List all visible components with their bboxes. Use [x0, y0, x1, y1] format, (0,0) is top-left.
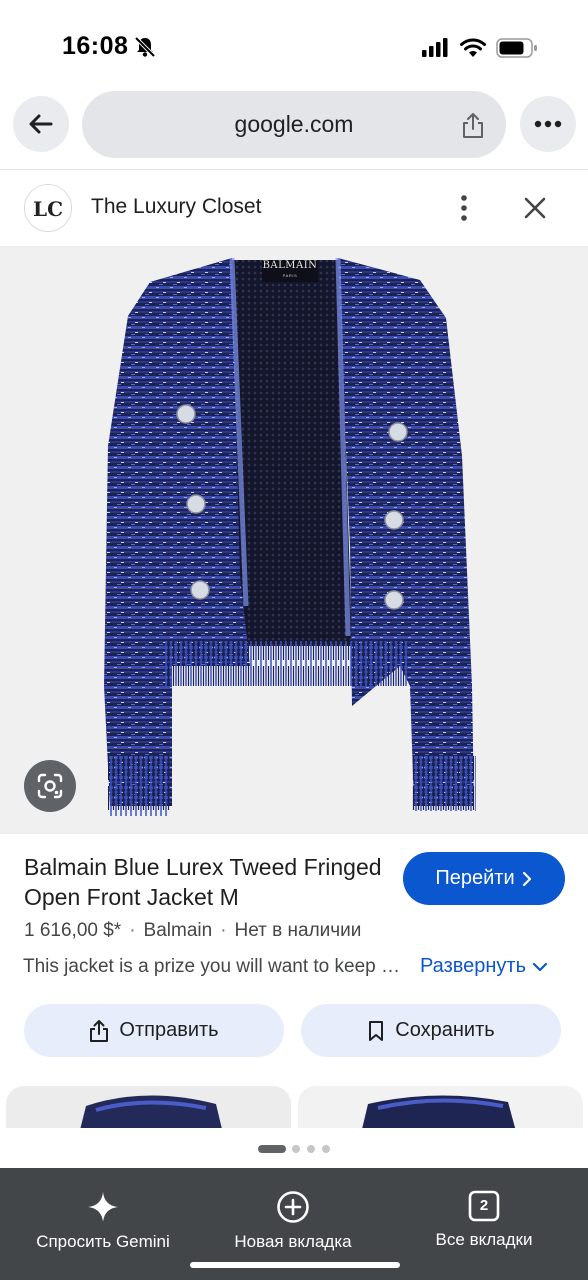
share-label: Отправить [119, 1019, 219, 1041]
description-snippet: This jacket is a prize you will want to … [23, 956, 408, 977]
menu-button[interactable] [520, 96, 576, 152]
url-bar[interactable]: google.com [82, 91, 506, 158]
wifi-icon [460, 38, 486, 57]
expand-button[interactable]: Развернуть [420, 955, 548, 978]
home-indicator [190, 1262, 400, 1268]
save-label: Сохранить [395, 1019, 495, 1041]
url-text: google.com [234, 111, 354, 137]
more-horizontal-icon [534, 120, 562, 128]
plus-circle-icon [277, 1191, 309, 1223]
google-lens-button[interactable] [24, 760, 76, 812]
availability: Нет в наличии [234, 920, 362, 941]
all-tabs-button[interactable]: 2 Все вкладки [394, 1190, 574, 1250]
all-tabs-label: Все вкладки [435, 1230, 533, 1249]
status-time: 16:08 [62, 32, 129, 60]
brand-label: BALMAIN [262, 260, 318, 271]
separator: · [220, 920, 227, 941]
source-logo[interactable]: LC [24, 184, 72, 232]
bell-slash-icon [134, 36, 156, 58]
jacket-image [104, 257, 476, 816]
share-button[interactable]: Отправить [24, 1004, 284, 1057]
gemini-sparkle-icon [88, 1192, 118, 1222]
share-icon [90, 1019, 109, 1042]
signal-icon [422, 38, 448, 57]
bookmark-icon [369, 1020, 384, 1041]
save-button[interactable]: Сохранить [301, 1004, 561, 1057]
google-lens-icon [37, 773, 63, 799]
ask-gemini-label: Спросить Gemini [36, 1232, 170, 1251]
new-tab-label: Новая вкладка [234, 1232, 352, 1251]
tab-count: 2 [479, 1197, 489, 1214]
product-image[interactable]: BALMAIN PARIS [0, 246, 588, 834]
brand-sublabel: PARIS [282, 273, 298, 278]
share-icon[interactable] [460, 111, 486, 139]
more-vertical-icon[interactable] [452, 194, 476, 222]
brand: Balmain [143, 920, 213, 941]
ask-gemini-button[interactable]: Спросить Gemini [13, 1190, 193, 1252]
chevron-down-icon [532, 962, 548, 971]
product-title: Balmain Blue Lurex Tweed Fringed Open Fr… [24, 854, 382, 910]
expand-label: Развернуть [420, 955, 527, 977]
visit-button-label: Перейти [435, 867, 515, 889]
battery-icon [496, 38, 537, 58]
close-icon[interactable] [520, 193, 550, 223]
price-line: 1 616,00 $* · Balmain · Нет в наличии [24, 920, 361, 942]
arrow-left-icon [29, 114, 53, 134]
chevron-right-icon [522, 871, 531, 886]
new-tab-button[interactable]: Новая вкладка [203, 1190, 383, 1252]
tab-count-icon: 2 [468, 1190, 500, 1222]
back-button[interactable] [13, 96, 69, 152]
separator: · [129, 920, 136, 941]
divider [0, 169, 588, 170]
visit-button[interactable]: Перейти [403, 852, 565, 905]
carousel-page-indicator[interactable] [258, 1144, 338, 1154]
source-name[interactable]: The Luxury Closet [91, 195, 261, 219]
price: 1 616,00 $* [24, 920, 122, 941]
